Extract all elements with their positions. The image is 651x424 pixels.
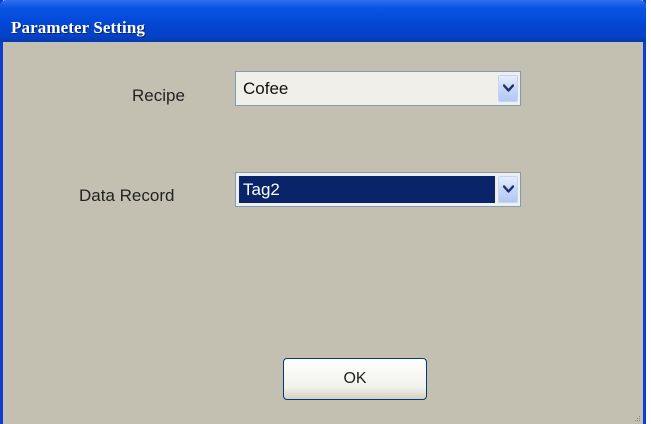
ok-button[interactable]: OK: [283, 358, 427, 400]
chevron-down-icon: [503, 84, 514, 92]
data-record-select-value: Tag2: [239, 176, 495, 203]
resize-grip-icon[interactable]: [635, 416, 641, 422]
recipe-label: Recipe: [132, 86, 185, 105]
parameter-setting-dialog: Parameter Setting Recipe Cofee Data Reco…: [0, 0, 646, 424]
title-bar[interactable]: Parameter Setting: [0, 0, 646, 42]
dialog-body: Recipe Cofee Data Record Tag2 OK: [3, 42, 643, 424]
data-record-label: Data Record: [79, 186, 175, 205]
recipe-select-value: Cofee: [243, 79, 289, 98]
chevron-down-icon: [503, 185, 514, 193]
recipe-select[interactable]: Cofee: [235, 71, 521, 106]
recipe-dropdown-button[interactable]: [498, 75, 518, 102]
window-title: Parameter Setting: [11, 18, 146, 37]
data-record-dropdown-button[interactable]: [498, 176, 518, 203]
data-record-select[interactable]: Tag2: [235, 172, 521, 207]
